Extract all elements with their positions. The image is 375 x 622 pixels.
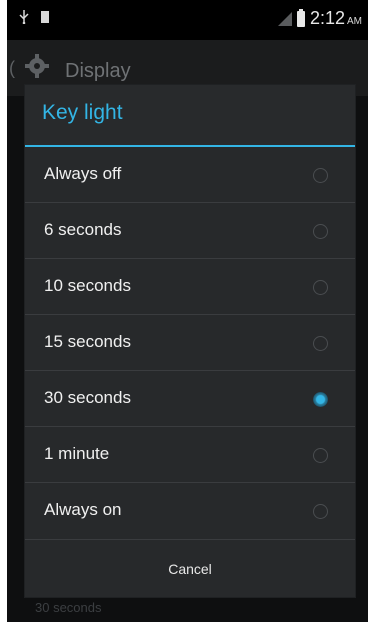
status-bar-left [19,10,49,24]
option-label: 1 minute [44,444,110,463]
cancel-button[interactable]: Cancel [25,540,355,597]
gear-icon [25,54,49,78]
radio-button[interactable] [313,224,328,239]
option-label: 30 seconds [44,388,131,407]
background-title: Display [65,60,131,82]
radio-button[interactable] [313,504,328,519]
back-caret-icon[interactable]: ( [9,58,15,79]
radio-button[interactable] [313,168,328,183]
status-bar-right: 2:12 AM [277,8,362,29]
option-label: 10 seconds [44,276,131,295]
dialog-button-bar: Cancel [25,539,355,597]
option-30-seconds[interactable]: 30 seconds [25,371,355,427]
options-list: Always off 6 seconds 10 seconds 15 secon… [25,147,355,539]
signal-icon [277,11,292,26]
option-10-seconds[interactable]: 10 seconds [25,259,355,315]
option-label: 6 seconds [44,220,122,239]
battery-icon [296,8,305,27]
radio-button[interactable] [313,280,328,295]
radio-button[interactable] [313,448,328,463]
sdcard-icon [41,11,49,23]
option-always-off[interactable]: Always off [25,147,355,203]
status-bar: 2:12 AM [7,0,368,40]
option-label: 15 seconds [44,332,131,351]
dialog-title-bar: Key light [25,85,355,145]
option-always-on[interactable]: Always on [25,483,355,539]
option-6-seconds[interactable]: 6 seconds [25,203,355,259]
usb-icon [19,10,29,24]
option-label: Always on [44,500,122,519]
background-list-subtitle: 30 seconds [35,600,102,615]
radio-button[interactable] [313,336,328,351]
key-light-dialog: Key light Always off 6 seconds 10 second… [25,85,355,597]
dialog-title: Key light [42,101,123,124]
option-1-minute[interactable]: 1 minute [25,427,355,483]
option-label: Always off [44,164,122,183]
radio-button[interactable] [313,392,328,407]
status-time: 2:12 [309,8,345,28]
option-15-seconds[interactable]: 15 seconds [25,315,355,371]
status-ampm: AM [347,16,362,27]
